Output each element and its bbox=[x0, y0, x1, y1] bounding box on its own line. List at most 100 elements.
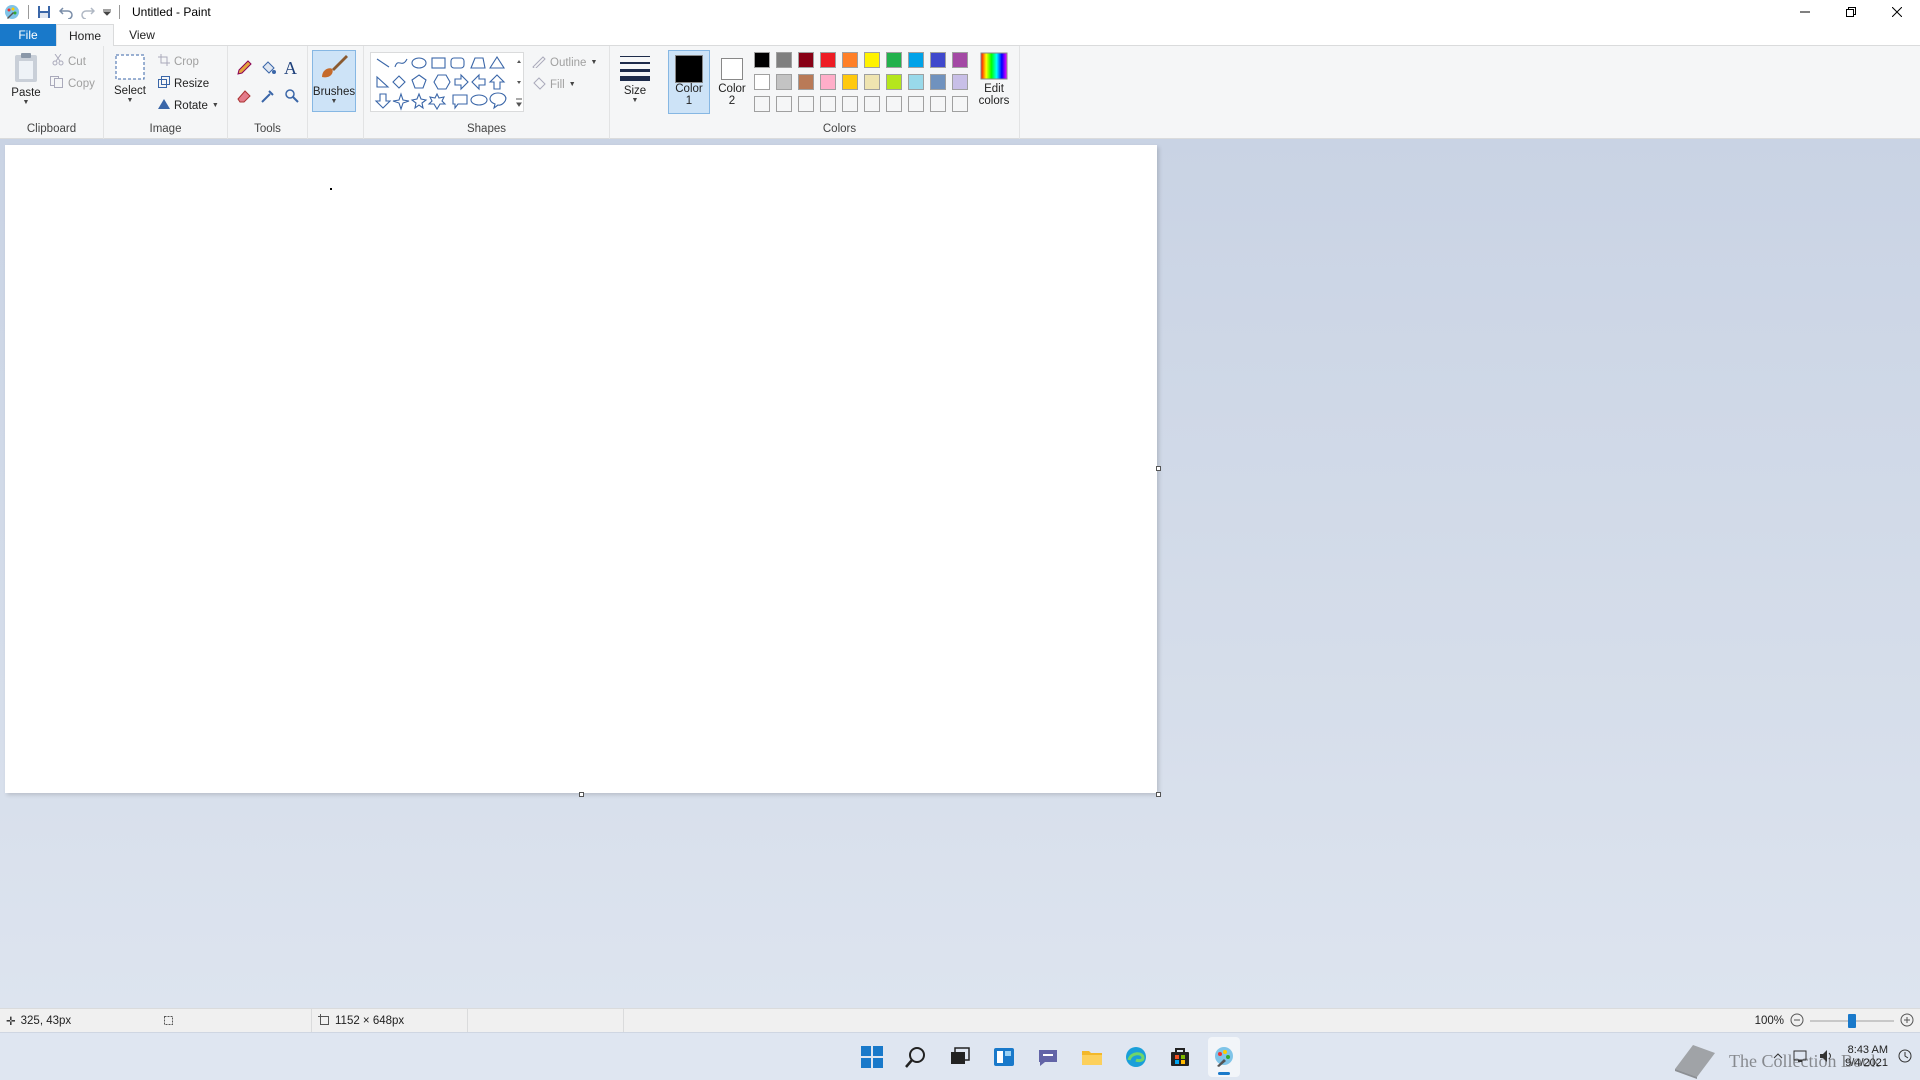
zoom-slider[interactable] bbox=[1810, 1014, 1894, 1028]
pencil-icon[interactable] bbox=[236, 60, 252, 79]
magnifier-icon[interactable] bbox=[284, 88, 300, 107]
copy-button[interactable]: Copy bbox=[50, 76, 95, 91]
teams-chat-icon[interactable] bbox=[1032, 1037, 1064, 1077]
shapes-group: Outline ▼ Fill ▼ Shapes bbox=[364, 46, 610, 139]
palette-swatch[interactable] bbox=[820, 96, 836, 112]
palette-swatch[interactable] bbox=[930, 96, 946, 112]
store-icon[interactable] bbox=[1164, 1037, 1196, 1077]
scissors-icon bbox=[52, 53, 64, 69]
palette-swatch[interactable] bbox=[908, 74, 924, 90]
clock-time: 8:43 AM bbox=[1847, 1044, 1888, 1056]
palette-swatch[interactable] bbox=[952, 96, 968, 112]
edit-colors-button[interactable]: Edit colors bbox=[972, 52, 1016, 107]
palette-swatch[interactable] bbox=[908, 52, 924, 68]
quick-access-toolbar bbox=[0, 0, 120, 24]
outline-button[interactable]: Outline ▼ bbox=[532, 54, 597, 71]
minimize-icon[interactable] bbox=[1782, 0, 1828, 24]
windows-start-icon[interactable] bbox=[856, 1037, 888, 1077]
color2-button[interactable]: Color 2 bbox=[712, 50, 752, 114]
outline-dropdown-icon: ▼ bbox=[590, 59, 598, 66]
network-icon[interactable] bbox=[1793, 1049, 1809, 1066]
drawing-canvas[interactable] bbox=[5, 145, 1157, 793]
resize-button[interactable]: Resize bbox=[158, 76, 209, 91]
widgets-icon[interactable] bbox=[988, 1037, 1020, 1077]
palette-swatch[interactable] bbox=[952, 74, 968, 90]
fill-bucket-icon[interactable] bbox=[260, 60, 276, 79]
close-icon[interactable] bbox=[1874, 0, 1920, 24]
shapes-group-label: Shapes bbox=[466, 123, 506, 135]
palette-swatch[interactable] bbox=[886, 52, 902, 68]
palette-swatch[interactable] bbox=[930, 74, 946, 90]
task-view-icon[interactable] bbox=[944, 1037, 976, 1077]
cursor-position-value: 325, 43px bbox=[20, 1015, 72, 1027]
palette-swatch[interactable] bbox=[864, 96, 880, 112]
tab-home[interactable]: Home bbox=[56, 24, 114, 47]
eraser-icon[interactable] bbox=[236, 88, 252, 107]
resize-handle-bottom[interactable] bbox=[579, 792, 584, 797]
paint-icon[interactable] bbox=[1208, 1037, 1240, 1077]
edge-icon[interactable] bbox=[1120, 1037, 1152, 1077]
palette-swatch[interactable] bbox=[952, 52, 968, 68]
fill-button[interactable]: Fill ▼ bbox=[532, 76, 576, 93]
fill-dropdown-icon: ▼ bbox=[568, 81, 576, 88]
palette-swatch[interactable] bbox=[754, 52, 770, 68]
zoom-in-icon[interactable] bbox=[1900, 1013, 1914, 1030]
palette-swatch[interactable] bbox=[930, 52, 946, 68]
zoom-slider-thumb[interactable] bbox=[1848, 1014, 1856, 1028]
shapes-gallery[interactable] bbox=[370, 52, 524, 112]
rotate-button[interactable]: Rotate ▼ bbox=[158, 98, 219, 113]
color-picker-icon[interactable] bbox=[260, 88, 276, 107]
palette-swatch[interactable] bbox=[842, 74, 858, 90]
palette-swatch[interactable] bbox=[798, 74, 814, 90]
status-bar: ✛ 325, 43px 1152 × 648px 100% bbox=[0, 1008, 1920, 1033]
chevron-up-icon[interactable] bbox=[1773, 1051, 1783, 1063]
palette-swatch[interactable] bbox=[820, 52, 836, 68]
size-dropdown-icon: ▼ bbox=[631, 97, 639, 104]
resize-handle-corner[interactable] bbox=[1156, 792, 1161, 797]
window-title: Untitled - Paint bbox=[132, 5, 211, 19]
palette-swatch[interactable] bbox=[908, 96, 924, 112]
select-button[interactable]: Select ▼ bbox=[110, 52, 150, 104]
palette-swatch[interactable] bbox=[754, 96, 770, 112]
palette-swatch[interactable] bbox=[864, 52, 880, 68]
search-icon[interactable] bbox=[900, 1037, 932, 1077]
size-button[interactable]: Size ▼ bbox=[614, 54, 656, 104]
cut-button[interactable]: Cut bbox=[52, 53, 86, 69]
palette-swatch[interactable] bbox=[842, 96, 858, 112]
undo-icon[interactable] bbox=[59, 5, 73, 19]
clipboard-group: Paste ▼ Cut Copy Clipboard bbox=[0, 46, 104, 139]
palette-swatch[interactable] bbox=[776, 52, 792, 68]
palette-swatch[interactable] bbox=[776, 74, 792, 90]
color1-button[interactable]: Color 1 bbox=[668, 50, 710, 114]
redo-icon[interactable] bbox=[81, 5, 95, 19]
brushes-group: Brushes ▼ bbox=[308, 46, 364, 139]
palette-swatch[interactable] bbox=[798, 52, 814, 68]
restore-icon[interactable] bbox=[1828, 0, 1874, 24]
text-tool-icon[interactable]: A bbox=[284, 58, 297, 79]
palette-swatch[interactable] bbox=[798, 96, 814, 112]
file-explorer-icon[interactable] bbox=[1076, 1037, 1108, 1077]
palette-swatch[interactable] bbox=[776, 96, 792, 112]
paint-app-icon[interactable] bbox=[4, 4, 20, 20]
palette-swatch[interactable] bbox=[886, 74, 902, 90]
tab-file[interactable]: File bbox=[0, 24, 56, 46]
palette-swatch[interactable] bbox=[820, 74, 836, 90]
customize-toolbar-icon[interactable] bbox=[103, 8, 111, 16]
crop-button[interactable]: Crop bbox=[158, 54, 199, 69]
clock[interactable]: 8:43 AM 9/4/2021 bbox=[1845, 1044, 1888, 1070]
clock-date: 9/4/2021 bbox=[1845, 1057, 1888, 1069]
zoom-out-icon[interactable] bbox=[1790, 1013, 1804, 1030]
notifications-icon[interactable] bbox=[1898, 1049, 1912, 1066]
resize-handle-right[interactable] bbox=[1156, 466, 1161, 471]
palette-swatch[interactable] bbox=[886, 96, 902, 112]
volume-icon[interactable] bbox=[1819, 1049, 1835, 1066]
tab-view[interactable]: View bbox=[118, 24, 166, 46]
palette-swatch[interactable] bbox=[864, 74, 880, 90]
brushes-button[interactable]: Brushes ▼ bbox=[312, 50, 356, 112]
paste-button[interactable]: Paste ▼ bbox=[6, 52, 46, 106]
size-label: Size bbox=[623, 85, 647, 97]
palette-swatch[interactable] bbox=[842, 52, 858, 68]
select-label: Select bbox=[114, 85, 146, 97]
palette-swatch[interactable] bbox=[754, 74, 770, 90]
save-icon[interactable] bbox=[37, 5, 51, 19]
